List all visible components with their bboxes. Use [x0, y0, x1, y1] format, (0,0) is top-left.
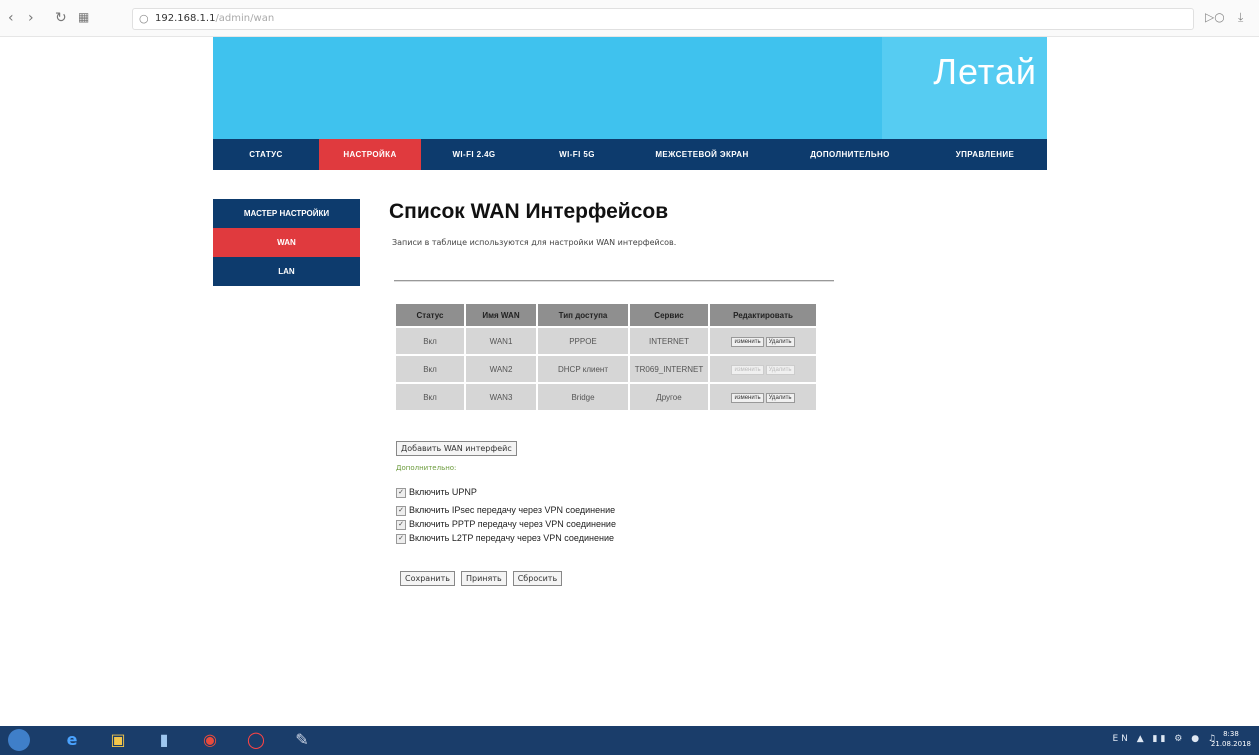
- clock-time: 8:38: [1223, 730, 1239, 738]
- paint-icon[interactable]: ✎: [288, 728, 316, 752]
- start-button[interactable]: [8, 729, 30, 751]
- apply-button[interactable]: Принять: [461, 571, 507, 586]
- cell-edit: изменить Удалить: [710, 328, 816, 354]
- add-wan-button[interactable]: Добавить WAN интерфейс: [396, 441, 517, 456]
- divider: [394, 280, 834, 282]
- edit-button[interactable]: изменить: [731, 336, 764, 347]
- column-header: Статус: [396, 304, 464, 326]
- cell-type: Bridge: [538, 384, 628, 410]
- nav-advanced[interactable]: ДОПОЛНИТЕЛЬНО: [777, 139, 923, 170]
- ie-icon[interactable]: e: [58, 728, 86, 752]
- back-arrow-icon[interactable]: ‹: [8, 10, 14, 26]
- table-row: Вкл WAN1 PPPOE INTERNET изменить Удалить: [396, 328, 816, 354]
- brand-logo: Летай: [933, 51, 1037, 92]
- sidebar-item-lan[interactable]: LAN: [213, 257, 360, 286]
- grid-icon[interactable]: ▦: [78, 10, 89, 24]
- cell-status: Вкл: [396, 328, 464, 354]
- system-tray[interactable]: EN ▲ ▮▮ ⚙ ● ♫: [1112, 734, 1219, 744]
- media-icon[interactable]: ▮: [150, 728, 178, 752]
- opera-icon[interactable]: ◯: [242, 728, 270, 752]
- checkbox-label: Включить IPsec передачу через VPN соедин…: [409, 505, 616, 515]
- nav-settings[interactable]: НАСТРОЙКА: [319, 139, 421, 170]
- edit-button-disabled: изменить: [731, 364, 764, 375]
- delete-button[interactable]: Удалить: [765, 336, 795, 347]
- table-row: Вкл WAN2 DHCP клиент TR069_INTERNET изме…: [396, 356, 816, 382]
- column-header: Редактировать: [710, 304, 816, 326]
- cell-status: Вкл: [396, 384, 464, 410]
- cell-service: TR069_INTERNET: [630, 356, 708, 382]
- extra-label: Дополнительно:: [396, 464, 457, 472]
- clock-date: 21.08.2018: [1210, 740, 1251, 748]
- cell-service: Другое: [630, 384, 708, 410]
- page-description: Записи в таблице используются для настро…: [392, 238, 677, 247]
- cell-service: INTERNET: [630, 328, 708, 354]
- checkbox-label: Включить L2TP передачу через VPN соедине…: [409, 533, 614, 543]
- cell-type: DHCP клиент: [538, 356, 628, 382]
- form-buttons: Сохранить Принять Сбросить: [400, 571, 563, 586]
- reload-icon[interactable]: ↻: [55, 10, 67, 26]
- cell-name: WAN2: [466, 356, 536, 382]
- sidebar: МАСТЕР НАСТРОЙКИ WAN LAN: [213, 199, 360, 286]
- ipsec-checkbox-row[interactable]: ✓ Включить IPsec передачу через VPN соеди…: [396, 505, 615, 516]
- cell-edit: изменить Удалить: [710, 384, 816, 410]
- sidebar-item-wan[interactable]: WAN: [213, 228, 360, 257]
- nav-wifi-24[interactable]: WI-FI 2.4G: [421, 139, 527, 170]
- checkbox-checked-icon[interactable]: ✓: [396, 487, 406, 498]
- column-header: Тип доступа: [538, 304, 628, 326]
- delete-button-disabled: Удалить: [765, 364, 795, 375]
- site-info-icon[interactable]: ○: [139, 12, 149, 25]
- cell-type: PPPOE: [538, 328, 628, 354]
- edit-button[interactable]: изменить: [731, 392, 764, 403]
- sidebar-item-wizard[interactable]: МАСТЕР НАСТРОЙКИ: [213, 199, 360, 228]
- extensions-icon[interactable]: ▷○: [1205, 10, 1225, 24]
- save-button[interactable]: Сохранить: [400, 571, 455, 586]
- checkbox-label: Включить PPTP передачу через VPN соедине…: [409, 519, 616, 529]
- reset-button[interactable]: Сбросить: [512, 571, 563, 586]
- top-navigation: СТАТУС НАСТРОЙКА WI-FI 2.4G WI-FI 5G МЕЖ…: [213, 139, 1047, 170]
- download-icon[interactable]: ⤓: [1238, 10, 1243, 25]
- address-bar[interactable]: ○ 192.168.1.1/admin/wan: [132, 8, 1194, 30]
- checkbox-checked-icon[interactable]: ✓: [396, 533, 406, 544]
- browser-toolbar: ‹ › ↻ ▦ ○ 192.168.1.1/admin/wan ▷○ ⤓: [0, 0, 1259, 37]
- column-header: Сервис: [630, 304, 708, 326]
- clock[interactable]: 8:38 21.08.2018: [1211, 729, 1251, 749]
- cell-status: Вкл: [396, 356, 464, 382]
- checkbox-label: Включить UPNP: [409, 487, 477, 497]
- cell-name: WAN3: [466, 384, 536, 410]
- cell-name: WAN1: [466, 328, 536, 354]
- nav-management[interactable]: УПРАВЛЕНИЕ: [923, 139, 1047, 170]
- cell-edit: изменить Удалить: [710, 356, 816, 382]
- upnp-checkbox-row[interactable]: ✓ Включить UPNP: [396, 487, 477, 498]
- page-title: Список WAN Интерфейсов: [389, 200, 669, 223]
- nav-status[interactable]: СТАТУС: [213, 139, 319, 170]
- delete-button[interactable]: Удалить: [765, 392, 795, 403]
- table-row: Вкл WAN3 Bridge Другое изменить Удалить: [396, 384, 816, 410]
- column-header: Имя WAN: [466, 304, 536, 326]
- folder-icon[interactable]: ▣: [104, 728, 132, 752]
- checkbox-checked-icon[interactable]: ✓: [396, 505, 406, 516]
- forward-arrow-icon[interactable]: ›: [28, 10, 34, 26]
- table-header-row: Статус Имя WAN Тип доступа Сервис Редакт…: [396, 304, 816, 326]
- l2tp-checkbox-row[interactable]: ✓ Включить L2TP передачу через VPN соедин…: [396, 533, 614, 544]
- wan-table: Статус Имя WAN Тип доступа Сервис Редакт…: [394, 302, 818, 412]
- nav-wifi-5[interactable]: WI-FI 5G: [527, 139, 627, 170]
- taskbar: e ▣ ▮ ◉ ◯ ✎ EN ▲ ▮▮ ⚙ ● ♫ 8:38 21.08.2018: [0, 726, 1259, 755]
- url-text: 192.168.1.1/admin/wan: [155, 13, 275, 24]
- header-banner: Летай: [213, 37, 1047, 142]
- nav-firewall[interactable]: МЕЖСЕТЕВОЙ ЭКРАН: [627, 139, 777, 170]
- checkbox-checked-icon[interactable]: ✓: [396, 519, 406, 530]
- pptp-checkbox-row[interactable]: ✓ Включить PPTP передачу через VPN соедин…: [396, 519, 616, 530]
- chrome-icon[interactable]: ◉: [196, 728, 224, 752]
